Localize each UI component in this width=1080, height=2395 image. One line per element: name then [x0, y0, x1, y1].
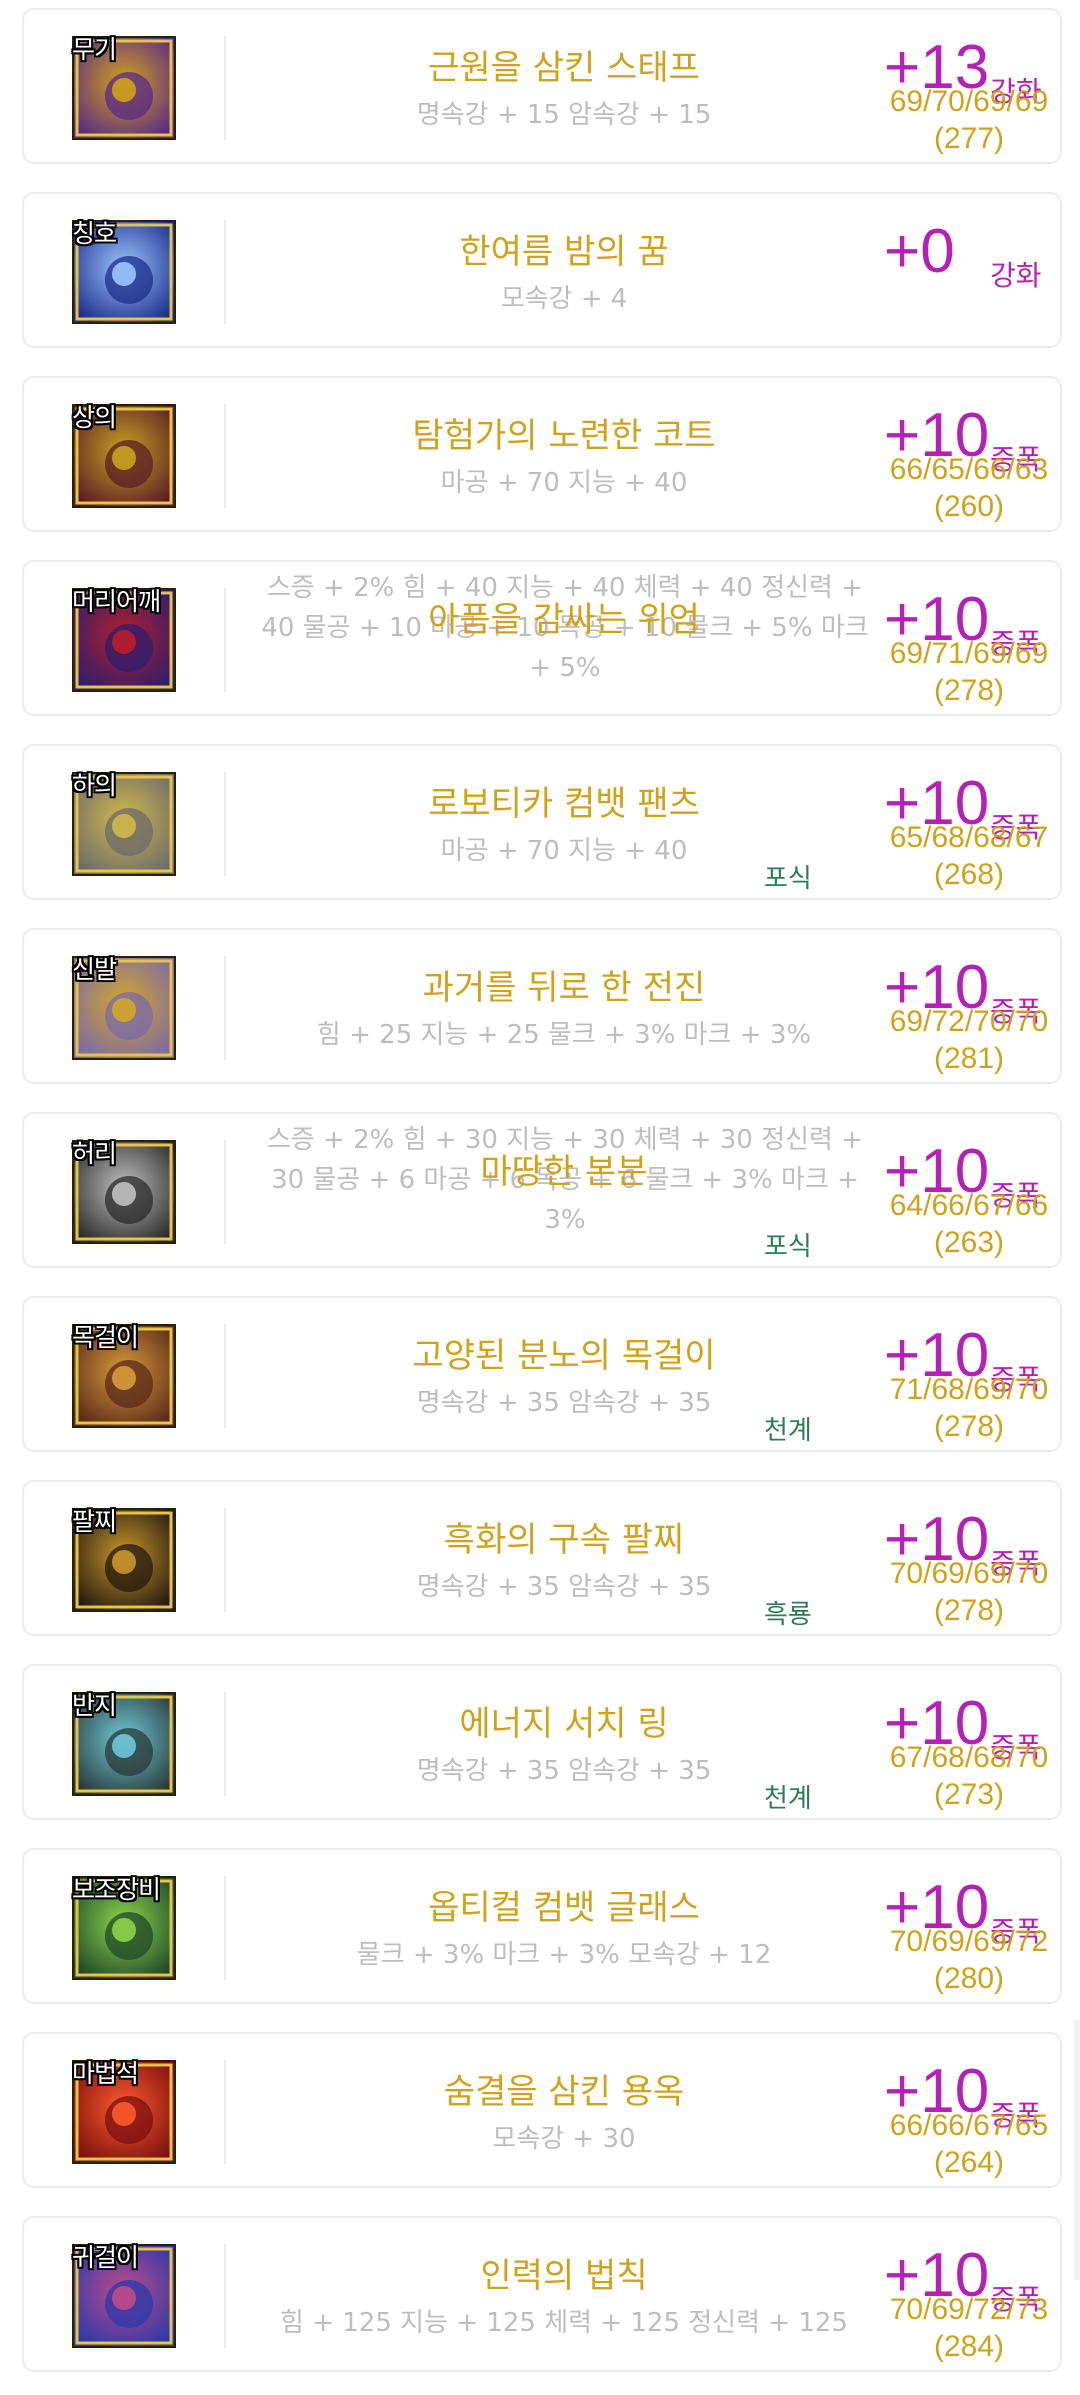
item-options: 모속강 + 30 — [492, 2124, 636, 2154]
item-stats-total: (268) — [933, 858, 1005, 891]
item-name: 근원을 삼킨 스태프 — [428, 48, 700, 88]
item-stats-total: (278) — [933, 674, 1005, 707]
item-stats-total: (284) — [933, 2330, 1005, 2363]
item-name: 탐험가의 노련한 코트 — [412, 416, 716, 456]
item-stats: 70/69/72/73 — [889, 2293, 1049, 2326]
equipment-list: 무기 명속강 + 15 암속강 + 15 근원을 삼킨 스태프 +13 강화 6… — [0, 0, 1080, 2395]
slot-label: 허리 — [72, 1139, 117, 1168]
slot-label: 신발 — [72, 955, 117, 984]
item-stats: 69/72/70/70 — [889, 1005, 1049, 1038]
item-name: 고양된 분노의 목걸이 — [412, 1336, 716, 1376]
equipment-card-1[interactable]: 무기 명속강 + 15 암속강 + 15 근원을 삼킨 스태프 +13 강화 6… — [22, 8, 1062, 164]
divider — [224, 220, 226, 324]
item-stats: 69/70/69/69 — [889, 85, 1049, 118]
slot-label: 칭호 — [72, 219, 117, 248]
divider — [224, 956, 226, 1060]
divider — [224, 2244, 226, 2348]
item-name: 숨결을 삼킨 용옥 — [443, 2072, 685, 2112]
slot-label: 마법석 — [72, 2059, 139, 2088]
equipment-card-7[interactable]: 허리 스증 + 2% 힘 + 30 지능 + 30 체력 + 30 정신력 + … — [22, 1112, 1062, 1268]
item-name: 마땅한 본분 — [480, 1152, 648, 1192]
slot-label: 무기 — [72, 35, 117, 64]
item-options: 명속강 + 15 암속강 + 15 — [416, 100, 712, 130]
slot-label: 목걸이 — [72, 1323, 139, 1352]
equipment-card-11[interactable]: 보조장비 물크 + 3% 마크 + 3% 모속강 + 12 옵티컬 컴뱃 글래스… — [22, 1848, 1062, 2004]
equipment-card-10[interactable]: 반지 명속강 + 35 암속강 + 35 에너지 서치 링 천계 +10 증폭 … — [22, 1664, 1062, 1820]
item-name: 로보티카 컴뱃 팬츠 — [428, 784, 700, 824]
divider — [224, 772, 226, 876]
item-options: 힘 + 25 지능 + 25 물크 + 3% 마크 + 3% — [316, 1020, 812, 1050]
slot-label: 반지 — [72, 1691, 117, 1720]
slot-label: 하의 — [72, 771, 117, 800]
equipment-card-13[interactable]: 귀걸이 힘 + 125 지능 + 125 체력 + 125 정신력 + 125 … — [22, 2216, 1062, 2372]
scrollbar[interactable] — [1074, 2020, 1080, 2280]
item-stats-total: (260) — [933, 490, 1005, 523]
equipment-card-8[interactable]: 목걸이 명속강 + 35 암속강 + 35 고양된 분노의 목걸이 천계 +10… — [22, 1296, 1062, 1452]
item-name: 흑화의 구속 팔찌 — [443, 1520, 685, 1560]
item-stats: 71/68/69/70 — [889, 1373, 1049, 1406]
item-name: 과거를 뒤로 한 전진 — [422, 968, 706, 1008]
divider — [224, 1876, 226, 1980]
divider — [224, 1324, 226, 1428]
item-options: 힘 + 125 지능 + 125 체력 + 125 정신력 + 125 — [280, 2308, 848, 2338]
equipment-card-5[interactable]: 하의 마공 + 70 지능 + 40 로보티카 컴뱃 팬츠 포식 +10 증폭 … — [22, 744, 1062, 900]
equipment-card-9[interactable]: 팔찌 명속강 + 35 암속강 + 35 흑화의 구속 팔찌 흑룡 +10 증폭… — [22, 1480, 1062, 1636]
item-tag: 천계 — [764, 1784, 812, 1814]
divider — [224, 588, 226, 692]
divider — [224, 36, 226, 140]
item-stats: 69/71/69/69 — [889, 637, 1049, 670]
slot-label: 보조장비 — [72, 1875, 161, 1904]
item-tag: 흑룡 — [764, 1600, 812, 1630]
equipment-card-3[interactable]: 상의 마공 + 70 지능 + 40 탐험가의 노련한 코트 +10 증폭 66… — [22, 376, 1062, 532]
divider — [224, 1692, 226, 1796]
slot-label: 머리어깨 — [72, 587, 161, 616]
item-stats: 65/68/68/67 — [889, 821, 1049, 854]
item-name: 인력의 법칙 — [480, 2256, 648, 2296]
item-name: 에너지 서치 링 — [459, 1704, 669, 1744]
item-name: 아픔을 감싸는 위엄 — [428, 600, 700, 640]
slot-label: 상의 — [72, 403, 117, 432]
slot-label: 귀걸이 — [72, 2243, 139, 2272]
item-name: 옵티컬 컴뱃 글래스 — [428, 1888, 700, 1928]
item-stats-total: (281) — [933, 1042, 1005, 1075]
equipment-card-6[interactable]: 신발 힘 + 25 지능 + 25 물크 + 3% 마크 + 3% 과거를 뒤로… — [22, 928, 1062, 1084]
item-stats-total: (278) — [933, 1410, 1005, 1443]
equipment-card-4[interactable]: 머리어깨 스증 + 2% 힘 + 40 지능 + 40 체력 + 40 정신력 … — [22, 560, 1062, 716]
item-stats-total: (263) — [933, 1226, 1005, 1259]
item-stats-total: (280) — [933, 1962, 1005, 1995]
reinforce-type: 강화 — [990, 259, 1042, 292]
item-stats: 64/66/67/66 — [889, 1189, 1049, 1222]
item-options: 모속강 + 4 — [500, 284, 628, 314]
item-name: 한여름 밤의 꿈 — [459, 232, 669, 272]
divider — [224, 2060, 226, 2164]
slot-label: 팔찌 — [72, 1507, 117, 1536]
equipment-card-12[interactable]: 마법석 모속강 + 30 숨결을 삼킨 용옥 +10 증폭 66/66/67/6… — [22, 2032, 1062, 2188]
item-stats: 66/66/67/65 — [889, 2109, 1049, 2142]
item-tag: 포식 — [764, 864, 812, 894]
equipment-card-2[interactable]: 칭호 모속강 + 4 한여름 밤의 꿈 +0 강화 — [22, 192, 1062, 348]
item-tag: 천계 — [764, 1416, 812, 1446]
item-stats-total: (278) — [933, 1594, 1005, 1627]
divider — [224, 404, 226, 508]
item-stats: 66/65/66/63 — [889, 453, 1049, 486]
divider — [224, 1508, 226, 1612]
item-stats: 70/69/69/72 — [889, 1925, 1049, 1958]
item-stats-total: (273) — [933, 1778, 1005, 1811]
item-stats: 67/68/68/70 — [889, 1741, 1049, 1774]
reinforce-value: +0 — [884, 217, 955, 286]
item-tag: 포식 — [764, 1232, 812, 1262]
divider — [224, 1140, 226, 1244]
item-options: 물크 + 3% 마크 + 3% 모속강 + 12 — [356, 1940, 772, 1970]
item-options: 마공 + 70 지능 + 40 — [440, 468, 688, 498]
item-stats-total: (264) — [933, 2146, 1005, 2179]
item-stats-total: (277) — [933, 122, 1005, 155]
item-stats: 70/69/69/70 — [889, 1557, 1049, 1590]
